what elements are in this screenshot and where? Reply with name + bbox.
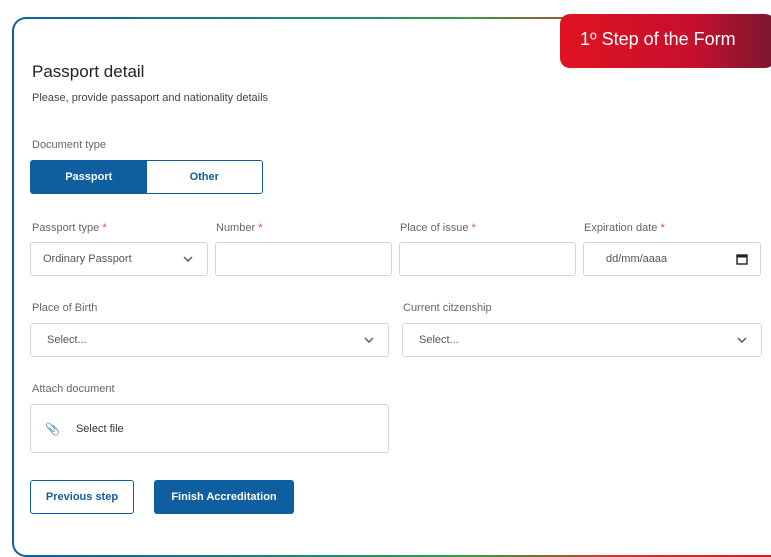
chevron-down-icon	[737, 337, 747, 343]
document-type-label: Document type	[32, 139, 106, 151]
passport-type-label: Passport type *	[32, 222, 107, 234]
expiration-date-label-text: Expiration date	[584, 222, 658, 234]
section-subtitle: Please, provide passaport and nationalit…	[32, 92, 269, 104]
current-citizenship-placeholder: Select...	[419, 334, 459, 346]
finish-accreditation-button[interactable]: Finish Accreditation	[154, 480, 294, 514]
file-upload-field[interactable]: 📎 Select file	[30, 404, 389, 453]
chevron-down-icon	[183, 256, 193, 262]
other-option[interactable]: Other	[146, 161, 262, 193]
number-label: Number *	[216, 222, 262, 234]
calendar-icon[interactable]	[736, 253, 748, 265]
place-of-issue-label-text: Place of issue	[400, 222, 469, 234]
step-badge: 1º Step of the Form	[560, 14, 771, 68]
place-of-birth-select[interactable]: Select...	[30, 323, 389, 357]
chevron-down-icon	[364, 337, 374, 343]
passport-type-select[interactable]: Ordinary Passport	[30, 242, 208, 276]
previous-step-button[interactable]: Previous step	[30, 480, 134, 514]
required-mark: *	[102, 222, 107, 234]
select-file-button[interactable]: Select file	[76, 423, 124, 435]
expiration-date-label: Expiration date *	[584, 222, 665, 234]
place-of-birth-label: Place of Birth	[32, 302, 98, 314]
number-label-text: Number	[216, 222, 256, 234]
document-type-toggle: Passport Other	[30, 160, 263, 194]
passport-type-value: Ordinary Passport	[43, 253, 132, 265]
passport-type-label-text: Passport type	[32, 222, 100, 234]
current-citizenship-select[interactable]: Select...	[402, 323, 762, 357]
place-of-issue-label: Place of issue *	[400, 222, 476, 234]
attach-document-label: Attach document	[32, 383, 115, 395]
required-mark: *	[471, 222, 476, 234]
passport-option[interactable]: Passport	[31, 161, 147, 193]
expiration-date-input[interactable]: dd/mm/aaaa	[583, 242, 761, 276]
section-title: Passport detail	[32, 62, 145, 81]
paperclip-icon: 📎	[45, 421, 60, 436]
required-mark: *	[660, 222, 665, 234]
current-citizenship-label: Current citzenship	[403, 302, 492, 314]
expiration-date-placeholder: dd/mm/aaaa	[606, 253, 668, 265]
number-input[interactable]	[215, 242, 392, 276]
place-of-issue-input[interactable]	[399, 242, 576, 276]
place-of-birth-placeholder: Select...	[47, 334, 87, 346]
required-mark: *	[258, 222, 263, 234]
